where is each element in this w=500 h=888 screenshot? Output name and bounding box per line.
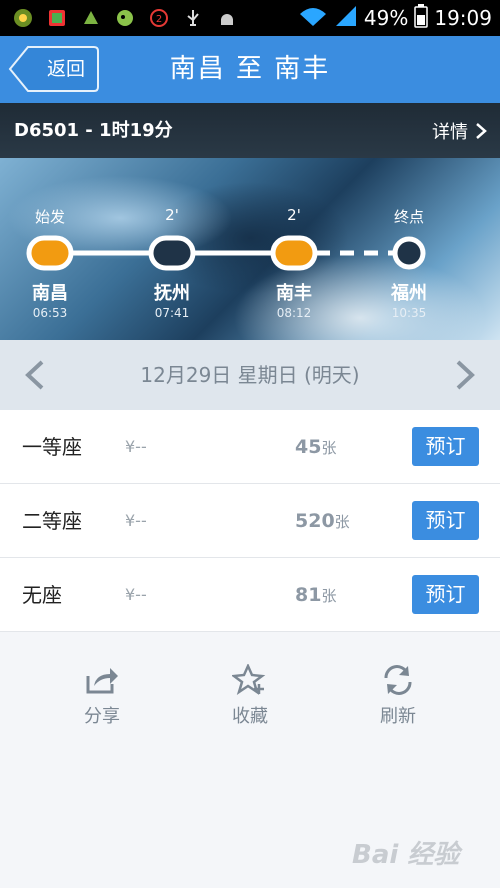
seat-availability: 45张 [295, 410, 336, 484]
stop-3-time: 08:12 [276, 306, 312, 320]
next-day-button[interactable] [446, 357, 482, 393]
android-debug-icon [216, 7, 238, 29]
seat-count-value: 45 [295, 436, 322, 458]
stop-3-label: 2' [287, 206, 301, 224]
seat-count-unit: 张 [334, 513, 350, 531]
stop-1-time: 06:53 [32, 306, 68, 320]
book-button[interactable]: 预订 [412, 501, 479, 540]
seat-count-value: 81 [295, 584, 322, 606]
favorite-label: 收藏 [232, 706, 268, 727]
seat-availability: 520张 [295, 484, 350, 558]
seat-row: 一等座 ¥-- 45张 预订 [0, 410, 500, 484]
seat-class: 无座 [22, 583, 62, 607]
notification-alert-icon: 2 [148, 7, 170, 29]
seat-list: 一等座 ¥-- 45张 预订 二等座 ¥-- 520张 预订 无座 ¥-- 81… [0, 410, 500, 632]
train-info-bar: D6501 - 1时19分 详情 [0, 103, 500, 158]
stop-1-name: 南昌 [32, 283, 68, 304]
usb-icon [182, 7, 204, 29]
back-button[interactable]: 返回 [8, 45, 100, 93]
route-banner: 始发 南昌 06:53 2' 抚州 07:41 2' 南丰 08:12 终点 福… [0, 158, 500, 340]
favorite-button[interactable]: 收藏 [200, 664, 300, 728]
notification-store-icon [46, 7, 68, 29]
notification-game-icon [80, 7, 102, 29]
battery-percent: 49% [363, 6, 409, 30]
details-label: 详情 [432, 121, 468, 143]
signal-icon [334, 4, 358, 32]
date-selector: 12月29日 星期日 (明天) [0, 340, 500, 410]
seat-price: ¥-- [125, 437, 147, 456]
stop-4-label: 终点 [393, 208, 424, 226]
stop-2-time: 07:41 [154, 306, 190, 320]
status-bar: 2 49% 19:09 [0, 0, 500, 36]
share-button[interactable]: 分享 [52, 664, 152, 728]
seat-price: ¥-- [125, 585, 147, 604]
train-summary: D6501 - 1时19分 [14, 120, 173, 141]
stop-4-time: 10:35 [391, 306, 427, 320]
svg-text:2: 2 [156, 14, 162, 25]
details-link[interactable]: 详情 [432, 103, 488, 158]
notification-app-icon [12, 7, 34, 29]
back-button-label: 返回 [46, 58, 85, 80]
selected-date: 12月29日 星期日 (明天) [140, 363, 360, 387]
seat-count-unit: 张 [321, 439, 337, 457]
seat-class: 一等座 [22, 435, 82, 459]
seat-class: 二等座 [22, 509, 82, 533]
watermark: Bai 经验 [352, 840, 460, 870]
stop-2-label: 2' [165, 206, 179, 224]
seat-row: 二等座 ¥-- 520张 预订 [0, 484, 500, 558]
battery-icon [414, 4, 429, 32]
previous-day-button[interactable] [18, 357, 54, 393]
chevron-right-icon [476, 122, 487, 139]
stop-3-name: 南丰 [276, 283, 312, 304]
refresh-button[interactable]: 刷新 [348, 664, 448, 728]
refresh-icon [384, 665, 412, 695]
title-bar: 南昌 至 南丰 返回 [0, 36, 500, 103]
share-icon [86, 668, 118, 694]
stop-4-name: 福州 [391, 283, 427, 304]
stop-marker-intermediate [148, 235, 196, 271]
chevron-right-icon [456, 360, 475, 390]
wifi-icon [298, 4, 328, 32]
seat-availability: 81张 [295, 558, 336, 632]
chevron-left-icon [25, 360, 44, 390]
refresh-label: 刷新 [380, 706, 416, 727]
stop-marker-terminal [392, 236, 426, 270]
seat-row: 无座 ¥-- 81张 预订 [0, 558, 500, 632]
stop-marker-origin [26, 235, 74, 271]
book-button[interactable]: 预订 [412, 575, 479, 614]
stop-marker-destination [270, 235, 318, 271]
stop-2-name: 抚州 [154, 283, 190, 304]
clock: 19:09 [434, 6, 492, 30]
star-plus-icon [232, 664, 266, 695]
stop-1-label: 始发 [34, 208, 65, 226]
seat-count-unit: 张 [321, 587, 337, 605]
book-button[interactable]: 预订 [412, 427, 479, 466]
share-label: 分享 [84, 706, 120, 727]
notification-pea-icon [114, 7, 136, 29]
seat-count-value: 520 [295, 510, 335, 532]
seat-price: ¥-- [125, 511, 147, 530]
